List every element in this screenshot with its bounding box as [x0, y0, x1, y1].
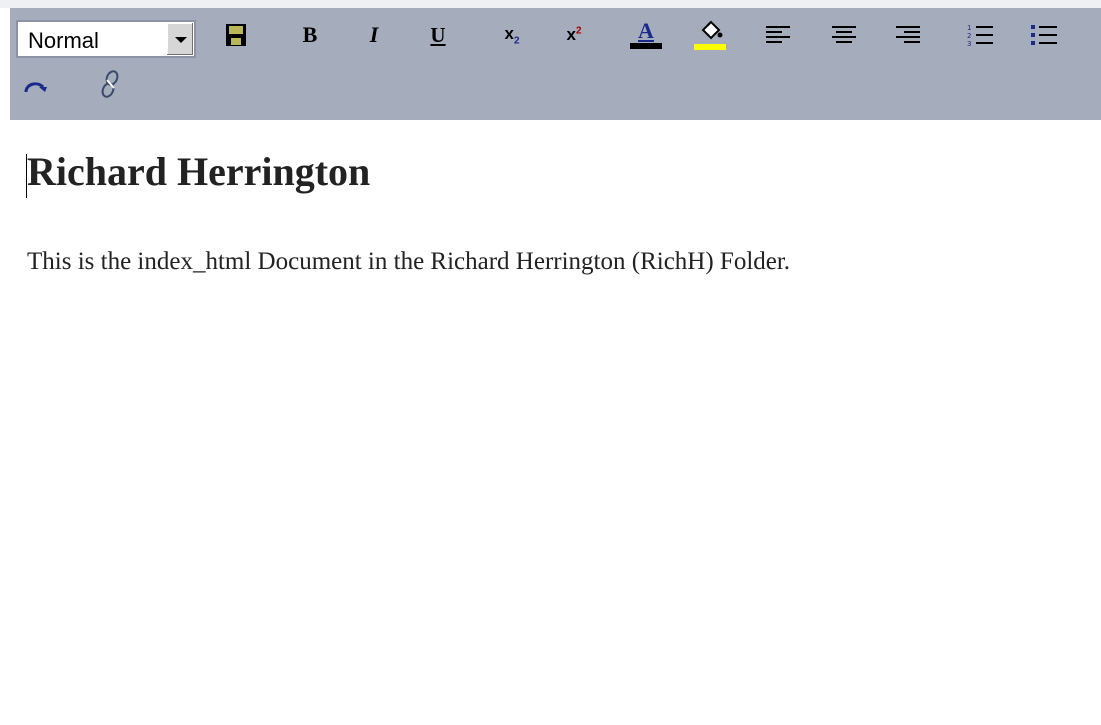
- window-top-edge: [0, 0, 1101, 8]
- align-right-icon: [896, 26, 920, 43]
- underline-button[interactable]: U: [422, 20, 454, 50]
- format-select[interactable]: Normal: [16, 20, 196, 58]
- font-color-icon: A: [638, 18, 654, 43]
- save-icon: [226, 24, 246, 46]
- svg-text:2: 2: [967, 32, 971, 40]
- link-icon: [101, 70, 119, 98]
- redo-icon: [24, 82, 47, 93]
- italic-button[interactable]: I: [358, 20, 390, 50]
- document-paragraph: This is the index_html Document in the R…: [27, 248, 791, 275]
- redo-button[interactable]: [20, 72, 52, 102]
- toolbar-row-1: Normal B I U x2 x2 A 1 2 3: [10, 10, 1101, 58]
- superscript-button[interactable]: x2: [558, 20, 590, 50]
- align-left-button[interactable]: [762, 20, 794, 50]
- subscript-icon: x2: [504, 23, 520, 47]
- highlight-swatch: [694, 44, 726, 50]
- align-left-icon: [766, 26, 790, 43]
- editor-content-area[interactable]: Richard Herrington This is the index_htm…: [10, 120, 1101, 725]
- document-heading: Richard Herrington: [27, 149, 371, 194]
- font-color-swatch: [630, 43, 662, 49]
- underline-icon: U: [430, 22, 446, 47]
- editor-toolbar: Normal B I U x2 x2 A 1 2 3: [10, 8, 1101, 120]
- bold-button[interactable]: B: [294, 20, 326, 50]
- highlight-button[interactable]: [694, 20, 726, 50]
- align-right-button[interactable]: [892, 20, 924, 50]
- svg-text:1: 1: [967, 24, 971, 32]
- italic-icon: I: [369, 22, 379, 47]
- window-left-edge: [0, 8, 10, 725]
- subscript-button[interactable]: x2: [496, 20, 528, 50]
- chevron-down-icon[interactable]: [166, 23, 193, 55]
- font-color-button[interactable]: A: [630, 20, 662, 50]
- toolbar-row-2: [10, 60, 1101, 104]
- ordered-list-icon: 123: [967, 24, 993, 47]
- align-center-button[interactable]: [828, 20, 860, 50]
- unordered-list-icon: [1031, 25, 1057, 45]
- link-button[interactable]: [94, 70, 126, 100]
- align-center-icon: [832, 26, 856, 43]
- bold-icon: B: [302, 22, 318, 47]
- superscript-icon: x2: [566, 25, 582, 44]
- unordered-list-button[interactable]: [1028, 20, 1060, 50]
- highlight-icon: [701, 20, 723, 40]
- save-button[interactable]: [220, 20, 252, 50]
- svg-text:3: 3: [967, 40, 971, 47]
- format-select-value: Normal: [28, 28, 99, 53]
- ordered-list-button[interactable]: 123: [964, 20, 996, 50]
